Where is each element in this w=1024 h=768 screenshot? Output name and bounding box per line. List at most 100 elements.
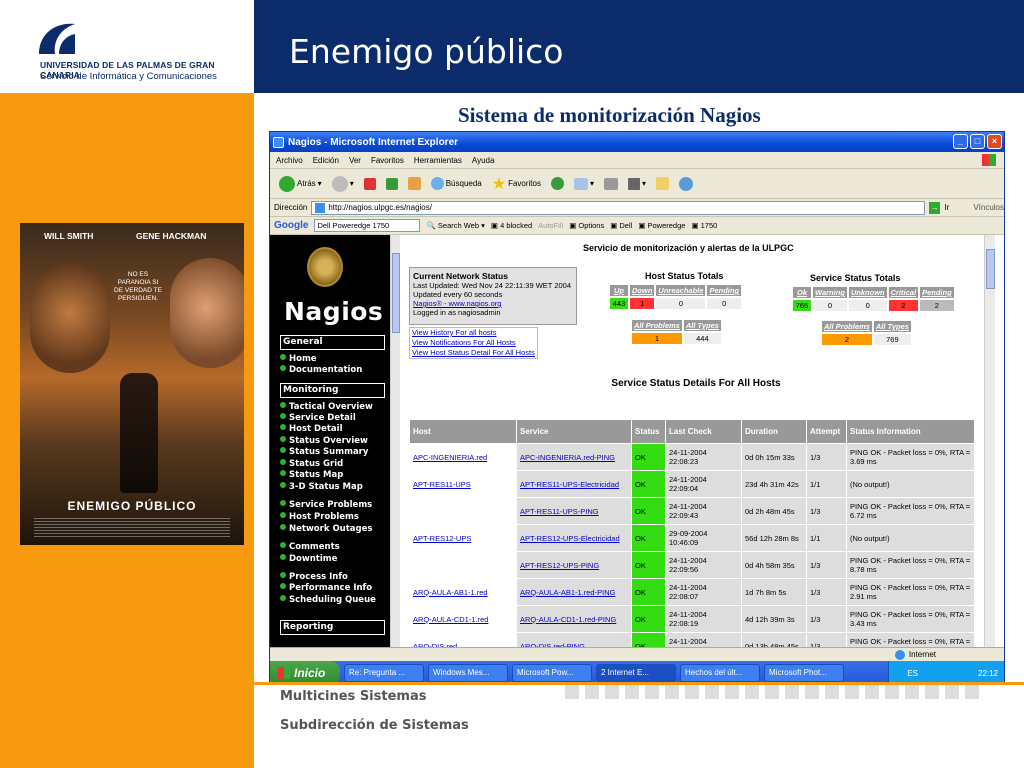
column-header-1[interactable]: Service [516, 419, 632, 444]
nav-link[interactable]: Service Problems [280, 500, 372, 510]
nav-link[interactable]: Status Summary [280, 447, 368, 457]
cell-service[interactable]: ARQ-DIS.red-PING [516, 632, 632, 647]
highlight-dell[interactable]: ▣ Dell [610, 221, 632, 230]
menu-item-1[interactable]: Edición [313, 156, 339, 165]
nav-link[interactable]: Documentation [280, 365, 362, 375]
stop-button[interactable] [361, 177, 379, 190]
cell-host[interactable]: ARQ-AULA-AB1-1.red [409, 578, 517, 606]
menu-item-3[interactable]: Favoritos [371, 156, 404, 165]
taskbar-item[interactable]: Windows Mes... [428, 664, 508, 682]
nav-link[interactable]: Status Overview [280, 436, 368, 446]
menu-item-2[interactable]: Ver [349, 156, 361, 165]
mail-button[interactable]: ▾ [571, 177, 597, 190]
google-logo[interactable]: Google [274, 220, 308, 231]
search-web-button[interactable]: 🔍 Search Web ▾ [426, 221, 484, 230]
totals-header[interactable]: All Types [683, 320, 721, 331]
google-search-input[interactable]: Dell Poweredge 1750 [314, 219, 421, 232]
discuss-button[interactable] [653, 177, 672, 190]
totals-value[interactable]: 2 [920, 300, 954, 311]
nav-link[interactable]: Host Detail [280, 424, 342, 434]
nav-link[interactable]: Status Grid [280, 459, 343, 469]
cell-host[interactable]: APC-INGENIERIA.red [409, 443, 517, 471]
taskbar-item[interactable]: Microsoft Phot... [764, 664, 844, 682]
column-header-5[interactable]: Attempt [806, 419, 847, 444]
forward-button[interactable]: ▾ [329, 175, 357, 192]
cell-host[interactable]: APT-RES11-UPS [409, 470, 517, 498]
popup-blocked-button[interactable]: ▣ 4 blocked [491, 221, 532, 230]
go-button[interactable]: Ir [944, 203, 949, 212]
cell-service[interactable]: APT-RES12-UPS-Electricidad [516, 524, 632, 552]
totals-value[interactable]: 0 [707, 298, 742, 309]
autofill-button[interactable]: AutoFill [538, 221, 563, 230]
print-button[interactable] [601, 177, 621, 190]
totals-header[interactable]: Warning [813, 287, 847, 298]
menu-item-5[interactable]: Ayuda [472, 156, 495, 165]
nav-link[interactable]: Downtime [280, 554, 337, 564]
view-link[interactable]: View Host Status Detail For All Hosts [412, 348, 535, 358]
totals-value[interactable]: 0 [813, 300, 847, 311]
totals-value[interactable]: 2 [822, 334, 872, 345]
nav-link[interactable]: Performance Info [280, 583, 372, 593]
totals-header[interactable]: Up [610, 285, 628, 296]
taskbar-item[interactable]: Re: Pregunta ... [344, 664, 424, 682]
column-header-2[interactable]: Status [631, 419, 666, 444]
nav-link[interactable]: Status Map [280, 470, 343, 480]
cell-host[interactable]: ARQ-AULA-CD1-1.red [409, 605, 517, 633]
maximize-button[interactable]: □ [970, 134, 985, 149]
close-button[interactable]: × [987, 134, 1002, 149]
language-indicator[interactable]: ES [907, 669, 918, 678]
home-button[interactable] [405, 177, 424, 190]
totals-value[interactable]: 443 [610, 298, 628, 309]
nav-link[interactable]: Service Detail [280, 413, 356, 423]
nav-link[interactable]: 3-D Status Map [280, 482, 363, 492]
cell-service[interactable]: ARQ-AULA-CD1-1.red-PING [516, 605, 632, 633]
menu-item-4[interactable]: Herramientas [414, 156, 462, 165]
main-scroll-thumb[interactable] [986, 249, 995, 289]
totals-header[interactable]: Down [630, 285, 655, 296]
refresh-button[interactable] [383, 177, 401, 190]
favorites-button[interactable]: ★ Favoritos [489, 174, 544, 194]
totals-header[interactable]: All Problems [632, 320, 682, 331]
totals-header[interactable]: Pending [707, 285, 742, 296]
view-link[interactable]: View Notifications For All Hosts [412, 338, 535, 348]
nagios-link[interactable]: Nagios® - www.nagios.org [413, 299, 501, 308]
column-header-0[interactable]: Host [409, 419, 517, 444]
minimize-button[interactable]: _ [953, 134, 968, 149]
cell-host[interactable]: APT-RES12-UPS [409, 524, 517, 552]
address-input[interactable]: http://nagios.ulpgc.es/nagios/ [311, 200, 925, 215]
cell-service[interactable]: APT-RES11-UPS-PING [516, 497, 632, 525]
sidebar-scroll-thumb[interactable] [392, 253, 400, 333]
highlight-poweredge[interactable]: ▣ Poweredge [638, 221, 685, 230]
view-link[interactable]: View History For all hosts [412, 328, 535, 338]
options-button[interactable]: ▣ Options [569, 221, 604, 230]
totals-value[interactable]: 2 [888, 300, 919, 311]
totals-header[interactable]: Unreachable [656, 285, 706, 296]
totals-value[interactable]: 1 [632, 333, 682, 344]
highlight-1750[interactable]: ▣ 1750 [691, 221, 717, 230]
back-button[interactable]: Atrás ▾ [276, 175, 325, 192]
column-header-3[interactable]: Last Check [665, 419, 742, 444]
totals-value[interactable]: 769 [873, 334, 911, 345]
nav-link[interactable]: Comments [280, 542, 340, 552]
column-header-6[interactable]: Status Information [846, 419, 975, 444]
totals-header[interactable]: Ok [793, 287, 811, 298]
taskbar-item[interactable]: 2 Internet E... [596, 664, 676, 682]
totals-value[interactable]: 444 [683, 333, 721, 344]
nav-link[interactable]: Process Info [280, 572, 348, 582]
totals-value[interactable]: 1 [630, 298, 655, 309]
menu-item-0[interactable]: Archivo [276, 156, 303, 165]
nav-link[interactable]: Host Problems [280, 512, 359, 522]
history-button[interactable] [548, 177, 567, 190]
taskbar-item[interactable]: Microsoft Pow... [512, 664, 592, 682]
go-arrow-icon[interactable]: → [928, 201, 941, 214]
cell-host[interactable]: ARQ-DIS.red [409, 632, 517, 647]
totals-value[interactable]: 0 [656, 298, 706, 309]
totals-value[interactable]: 0 [848, 300, 887, 311]
cell-service[interactable]: APT-RES12-UPS-PING [516, 551, 632, 579]
column-header-4[interactable]: Duration [741, 419, 807, 444]
search-button[interactable]: Búsqueda [428, 177, 485, 190]
sidebar-scrollbar[interactable] [390, 235, 400, 647]
messenger-button[interactable] [676, 176, 696, 191]
totals-value[interactable]: 765 [793, 300, 811, 311]
nav-link[interactable]: Scheduling Queue [280, 595, 376, 605]
